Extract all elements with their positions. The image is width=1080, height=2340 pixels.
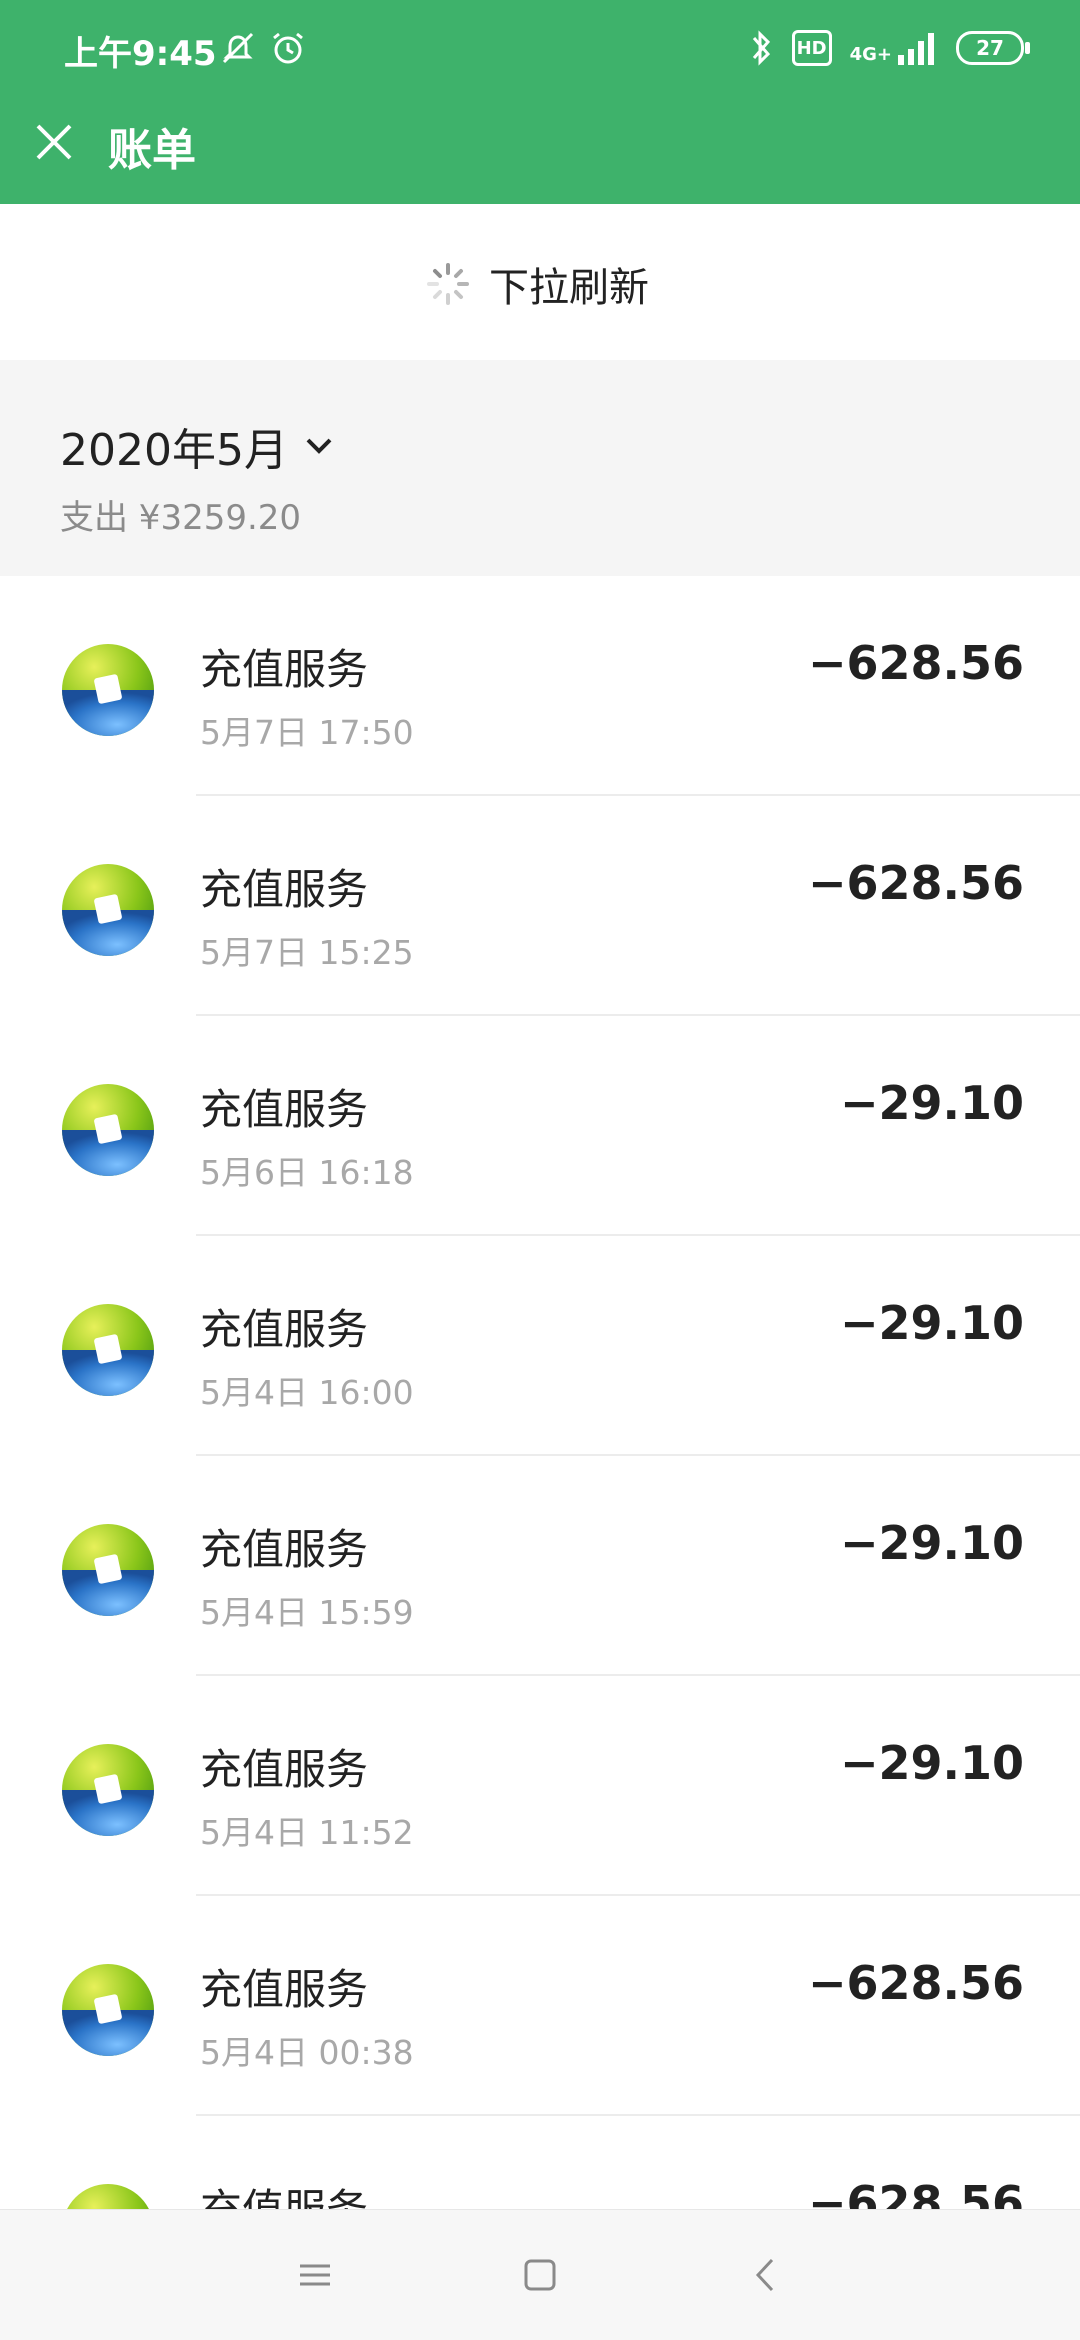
alarm-icon	[273, 32, 303, 64]
service-logo-icon	[62, 1084, 154, 1176]
item-time: 5月4日 16:00	[200, 1373, 414, 1412]
item-name: 充值服务	[200, 645, 369, 694]
item-time: 5月7日 17:50	[200, 713, 414, 752]
list-item[interactable]: 充值服务 5月4日 16:00 −29.10	[0, 1236, 1080, 1456]
expense-total: 支出 ¥3259.20	[60, 498, 302, 538]
network-type: 4G+	[849, 44, 892, 65]
list-item[interactable]: 充值服务 5月6日 16:18 −29.10	[0, 1016, 1080, 1236]
service-logo-icon	[62, 864, 154, 956]
nav-row: 账单	[0, 96, 1080, 204]
system-nav-bar	[0, 2209, 1080, 2340]
item-time: 5月7日 15:25	[200, 933, 414, 972]
status-right: HD 4G+ 27	[748, 26, 1030, 70]
service-logo-icon	[62, 1744, 154, 1836]
month-section: 2020年5月 支出 ¥3259.20	[0, 360, 1080, 576]
item-amount: −29.10	[839, 1516, 1024, 1570]
do-not-disturb-icon	[222, 32, 254, 64]
list-item[interactable]: 充值服务 5月4日 11:52 −29.10	[0, 1676, 1080, 1896]
signal-icon	[898, 33, 934, 65]
item-name: 充值服务	[200, 1525, 369, 1574]
menu-icon[interactable]	[290, 2250, 340, 2300]
month-label: 2020年5月	[60, 425, 288, 476]
item-amount: −29.10	[839, 1736, 1024, 1790]
status-time: 上午9:45	[64, 34, 217, 74]
item-amount: −628.56	[807, 1956, 1024, 2010]
item-time: 5月6日 16:18	[200, 1153, 414, 1192]
chevron-down-icon	[306, 438, 332, 454]
list-item[interactable]: 充值服务 5月4日 00:38 −628.56	[0, 1896, 1080, 2116]
item-amount: −628.56	[807, 856, 1024, 910]
item-name: 充值服务	[200, 1965, 369, 2014]
service-logo-icon	[62, 1524, 154, 1616]
item-time: 5月4日 15:59	[200, 1593, 414, 1632]
list-item[interactable]: 充值服务 5月7日 15:25 −628.56	[0, 796, 1080, 1016]
item-name: 充值服务	[200, 1305, 369, 1354]
item-amount: −29.10	[839, 1076, 1024, 1130]
item-time: 5月4日 00:38	[200, 2033, 414, 2072]
hd-badge: HD	[791, 30, 832, 66]
month-picker[interactable]: 2020年5月	[60, 414, 336, 478]
network-indicator: 4G+	[850, 31, 938, 65]
refresh-text: 下拉刷新	[489, 265, 649, 311]
item-time: 5月4日 11:52	[200, 1813, 414, 1852]
service-logo-icon	[62, 1964, 154, 2056]
loading-spinner-icon	[427, 263, 469, 305]
service-logo-icon	[62, 1304, 154, 1396]
battery-indicator: 27	[956, 31, 1030, 65]
service-logo-icon	[62, 644, 154, 736]
item-name: 充值服务	[200, 1085, 369, 1134]
item-amount: −29.10	[839, 1296, 1024, 1350]
bluetooth-icon	[752, 30, 770, 66]
list-item[interactable]: 充值服务 5月4日 15:59 −29.10	[0, 1456, 1080, 1676]
page-title: 账单	[108, 125, 196, 176]
close-icon[interactable]	[28, 116, 80, 168]
home-icon[interactable]	[515, 2250, 565, 2300]
item-name: 充值服务	[200, 1745, 369, 1794]
status-bar: 上午9:45 HD 4G+ 27	[0, 0, 1080, 96]
back-icon[interactable]	[742, 2250, 792, 2300]
list-item[interactable]: 充值服务 5月7日 17:50 −628.56	[0, 576, 1080, 796]
top-bar: 上午9:45 HD 4G+ 27 账单	[0, 0, 1080, 204]
transaction-list: 充值服务 5月7日 17:50 −628.56 充值服务 5月7日 15:25 …	[0, 576, 1080, 2336]
item-name: 充值服务	[200, 865, 369, 914]
item-amount: −628.56	[807, 636, 1024, 690]
pull-to-refresh: 下拉刷新	[0, 204, 1080, 360]
